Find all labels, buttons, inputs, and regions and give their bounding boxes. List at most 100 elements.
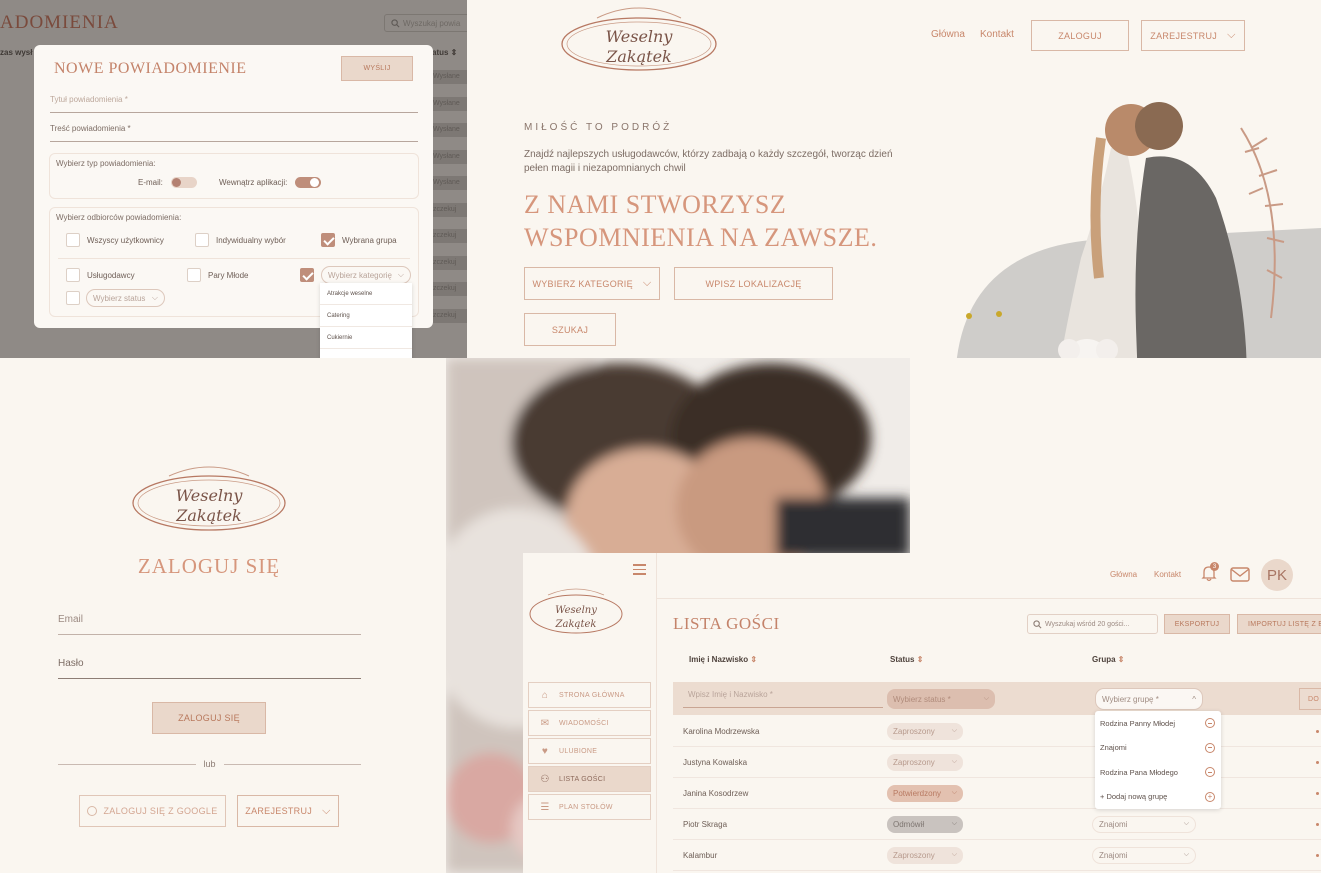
status-select[interactable]: Wybierz status ⌵ (86, 289, 165, 307)
option-all-users[interactable]: Wszyscy użytkownicy (66, 233, 164, 247)
name-input[interactable]: Wpisz Imię i Nazwisko * (683, 690, 883, 708)
checkbox-checked[interactable] (321, 233, 335, 247)
category-option[interactable]: Cukiernie (320, 327, 412, 349)
option-group[interactable]: Wybrana grupa (321, 233, 397, 247)
nav-home[interactable]: Główna (931, 29, 965, 40)
sidebar-item-label: LISTA GOŚCI (559, 775, 606, 783)
add-group-option[interactable]: + Dodaj nową grupę + (1095, 785, 1221, 810)
new-guest-row: Wpisz Imię i Nazwisko * Wybierz status *… (673, 682, 1321, 715)
email-toggle[interactable] (170, 177, 197, 188)
svg-text:Zakątek: Zakątek (605, 47, 671, 66)
category-option[interactable]: Catering (320, 305, 412, 327)
table-row[interactable]: Piotr Skraga Odmówił ⌵ Znajomi ⌵ (673, 809, 1321, 840)
add-guest-button[interactable]: DO (1299, 688, 1321, 710)
remove-icon[interactable] (1205, 718, 1215, 729)
table-row[interactable]: Karolina Modrzewska Zaproszony ⌵ (673, 716, 1321, 747)
inapp-label: Wewnątrz aplikacji: (219, 178, 288, 187)
status-select[interactable]: Zaproszony ⌵ (887, 722, 963, 740)
checkbox[interactable] (66, 291, 80, 305)
send-button[interactable]: WYŚLIJ (341, 56, 413, 81)
column-name[interactable]: Imię i Nazwisko ⇕ (689, 655, 757, 664)
background-status: zczekuj (430, 282, 467, 296)
nav-contact[interactable]: Kontakt (1154, 570, 1181, 579)
login-button[interactable]: ZALOGUJ (1031, 20, 1129, 51)
svg-text:Weselny: Weselny (176, 486, 244, 505)
table-row[interactable]: Justyna Kowalska Zaproszony ⌵ (673, 747, 1321, 778)
status-select[interactable]: Potwierdzony ⌵ (887, 784, 963, 802)
sidebar-item-home[interactable]: ⌂ STRONA GŁÓWNA (528, 682, 651, 708)
status-select[interactable]: Zaproszony ⌵ (887, 846, 963, 864)
table-row[interactable]: Kalambur Zaproszony ⌵ Znajomi ⌵ (673, 840, 1321, 871)
table-row[interactable]: Janina Kosodrzew Potwierdzony ⌵ (673, 778, 1321, 809)
row-action-dot[interactable] (1316, 853, 1319, 857)
background-status: Wysłane (430, 70, 467, 84)
category-placeholder: Wybierz kategorię (328, 270, 392, 280)
google-login-button[interactable]: ZALOGUJ SIĘ Z GOOGLE (79, 795, 226, 827)
register-button[interactable]: ZAREJESTRUJ ⌵ (237, 795, 339, 827)
header-divider (657, 598, 1321, 599)
sidebar-item-table[interactable]: ☰ PLAN STOŁÓW (528, 794, 651, 820)
nav-contact[interactable]: Kontakt (980, 29, 1014, 40)
checkbox[interactable] (66, 268, 80, 282)
content-field[interactable]: Treść powiadomienia * (50, 124, 418, 142)
export-button[interactable]: EKSPORTUJ (1164, 614, 1230, 634)
row-action-dot[interactable] (1316, 822, 1319, 826)
title-field[interactable]: Tytuł powiadomienia * (50, 95, 418, 113)
checkbox[interactable] (66, 233, 80, 247)
sidebar-item-users[interactable]: ⚇ LISTA GOŚCI (528, 766, 651, 792)
status-select[interactable]: Wybierz status * ⌵ (887, 689, 995, 709)
remove-icon[interactable] (1205, 767, 1215, 778)
import-button[interactable]: IMPORTUJ LISTĘ Z E (1237, 614, 1321, 634)
search-input[interactable]: Wyszukaj wśród 20 gości... (1027, 614, 1158, 634)
inapp-toggle[interactable] (295, 177, 322, 188)
recipients-label: Wybierz odbiorców powiadomienia: (56, 213, 182, 222)
group-select[interactable]: Wybierz grupę * ^ (1095, 688, 1203, 710)
bell-icon[interactable]: 3 (1201, 562, 1219, 587)
status-select[interactable]: Zaproszony ⌵ (887, 753, 963, 771)
group-select[interactable]: Znajomi ⌵ (1092, 846, 1196, 864)
option-vendors[interactable]: Usługodawcy (66, 268, 135, 282)
sidebar-item-heart[interactable]: ♥ ULUBIONE (528, 738, 651, 764)
option-couples[interactable]: Pary Młode (187, 268, 248, 282)
category-button[interactable]: WYBIERZ KATEGORIĘ ⌵ (524, 267, 660, 300)
column-group[interactable]: Grupa ⇕ (1092, 655, 1125, 664)
plus-circle-icon: + (1205, 791, 1215, 802)
search-placeholder: Wyszukaj wśród 20 gości... (1045, 620, 1130, 628)
row-action-dot[interactable] (1316, 791, 1319, 795)
mail-icon[interactable] (1230, 567, 1250, 582)
email-field[interactable]: Email (58, 614, 361, 635)
group-select[interactable]: Znajomi ⌵ (1092, 815, 1196, 833)
logo: Weselny Zakątek (561, 7, 717, 71)
row-action-dot[interactable] (1316, 729, 1319, 733)
checkbox[interactable] (187, 268, 201, 282)
category-option[interactable]: Atrakcje weselne (320, 283, 412, 305)
status-select[interactable]: Odmówił ⌵ (887, 815, 963, 833)
home-icon: ⌂ (541, 689, 549, 701)
group-option[interactable]: Rodzina Pana Młodego (1095, 760, 1221, 785)
nav-home[interactable]: Główna (1110, 570, 1137, 579)
checkbox-checked[interactable] (300, 268, 314, 282)
avatar[interactable]: PK (1261, 559, 1293, 591)
search-placeholder: Wyszukaj powia (403, 18, 461, 28)
group-option[interactable]: Rodzina Panny Młodej (1095, 711, 1221, 736)
option-individual[interactable]: Indywidualny wybór (195, 233, 286, 247)
login-submit-button[interactable]: ZALOGUJ SIĘ (152, 702, 266, 734)
type-label: Wybierz typ powiadomienia: (56, 159, 156, 168)
search-input[interactable]: Wyszukaj powia (384, 14, 467, 32)
password-field[interactable]: Hasło (58, 658, 361, 679)
sidebar-item-mail[interactable]: ✉ WIADOMOŚCI (528, 710, 651, 736)
register-button[interactable]: ZAREJESTRUJ ⌵ (1141, 20, 1245, 51)
column-header-status: atus ⇕ (432, 48, 458, 57)
search-button[interactable]: SZUKAJ (524, 313, 616, 346)
chevron-down-icon: ⌵ (951, 789, 957, 796)
guest-list-panel: Weselny Zakątek ⌂ STRONA GŁÓWNA ✉ WIADOMOŚC… (523, 553, 1321, 873)
category-select[interactable]: Wybierz kategorię ⌵ (321, 266, 411, 284)
checkbox[interactable] (195, 233, 209, 247)
column-status[interactable]: Status ⇕ (890, 655, 923, 664)
menu-icon[interactable] (633, 564, 646, 575)
row-action-dot[interactable] (1316, 760, 1319, 764)
group-option[interactable]: Znajomi (1095, 736, 1221, 761)
remove-icon[interactable] (1205, 742, 1215, 753)
or-label: lub (203, 759, 216, 769)
location-button[interactable]: WPISZ LOKALIZACJĘ (674, 267, 833, 300)
